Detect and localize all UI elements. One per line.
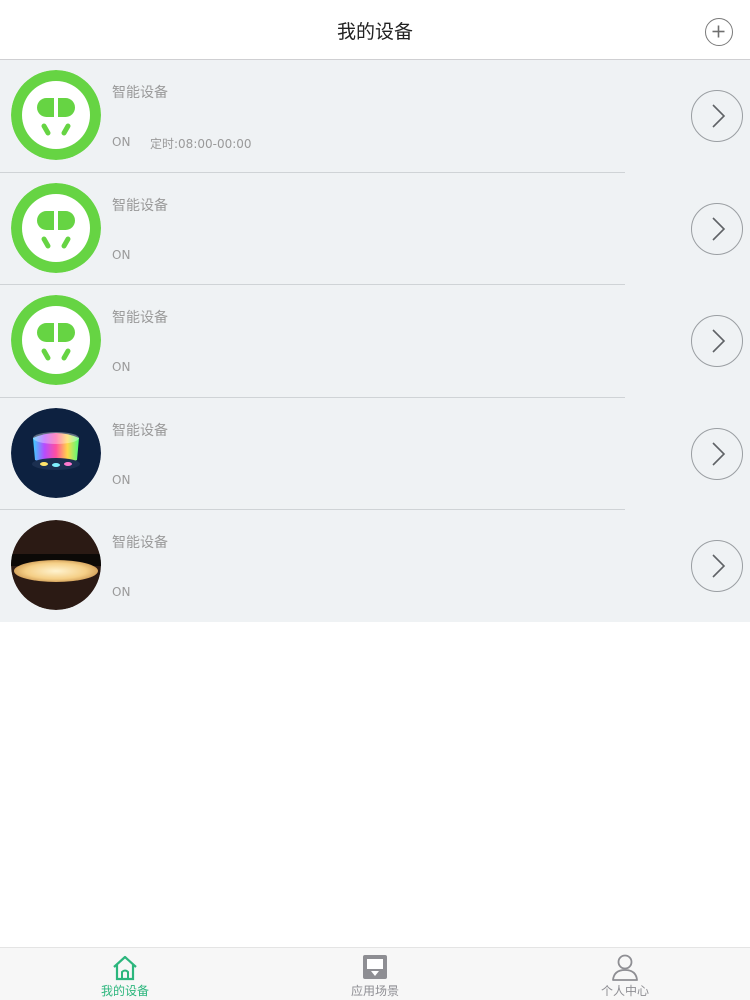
tab-profile[interactable]: 个人中心 [500,948,750,1000]
smart-plug-icon [11,70,101,160]
device-detail-button[interactable] [691,540,743,592]
device-row[interactable]: 智能设备 ON [0,398,750,510]
device-timer: 定时:08:00-00:00 [150,137,252,151]
chevron-right-icon [712,104,726,128]
plus-icon [712,25,725,38]
device-status: ON [112,360,131,374]
tab-label: 应用场景 [350,984,399,998]
device-name: 智能设备 [112,422,168,439]
device-row[interactable]: 智能设备 ON [0,510,750,623]
chevron-right-icon [712,216,726,241]
page-title: 我的设备 [336,21,413,43]
device-status: ON [112,472,131,487]
device-status: ON [112,585,131,599]
device-name: 智能设备 [112,197,168,214]
device-name: 智能设备 [112,535,168,551]
nav-bar: 我的设备 [0,0,750,60]
device-detail-button[interactable] [691,427,743,480]
device-detail-button[interactable] [691,202,743,255]
device-status: ON [112,135,131,149]
chevron-right-icon [712,554,726,578]
scene-icon [363,955,387,979]
device-name: 智能设备 [112,85,168,101]
chevron-right-icon [712,329,726,353]
tab-bar: 我的设备 应用场景 个人中心 [0,947,750,1000]
device-status: ON [112,247,131,262]
tab-scenes[interactable]: 应用场景 [250,948,500,1000]
rgb-light-icon [11,407,101,498]
add-device-button[interactable] [705,18,733,46]
home-icon [113,955,137,981]
tab-label: 我的设备 [100,984,149,998]
smart-plug-icon [11,182,101,273]
user-icon [612,954,638,981]
device-detail-button[interactable] [691,90,743,142]
tab-my-devices[interactable]: 我的设备 [0,948,250,1000]
smart-plug-icon [11,295,101,385]
device-row[interactable]: 智能设备 ON [0,285,750,398]
device-row[interactable]: 智能设备 ON 定时:08:00-00:00 [0,60,750,173]
device-name: 智能设备 [112,310,168,326]
chevron-right-icon [712,441,726,466]
device-row[interactable]: 智能设备 ON [0,173,750,285]
device-detail-button[interactable] [691,315,743,367]
ceiling-lamp-icon [11,520,101,610]
device-list: 智能设备 ON 定时:08:00-00:00 智能设备 ON 智能设备 ON 智… [0,60,750,622]
tab-label: 个人中心 [600,984,649,998]
